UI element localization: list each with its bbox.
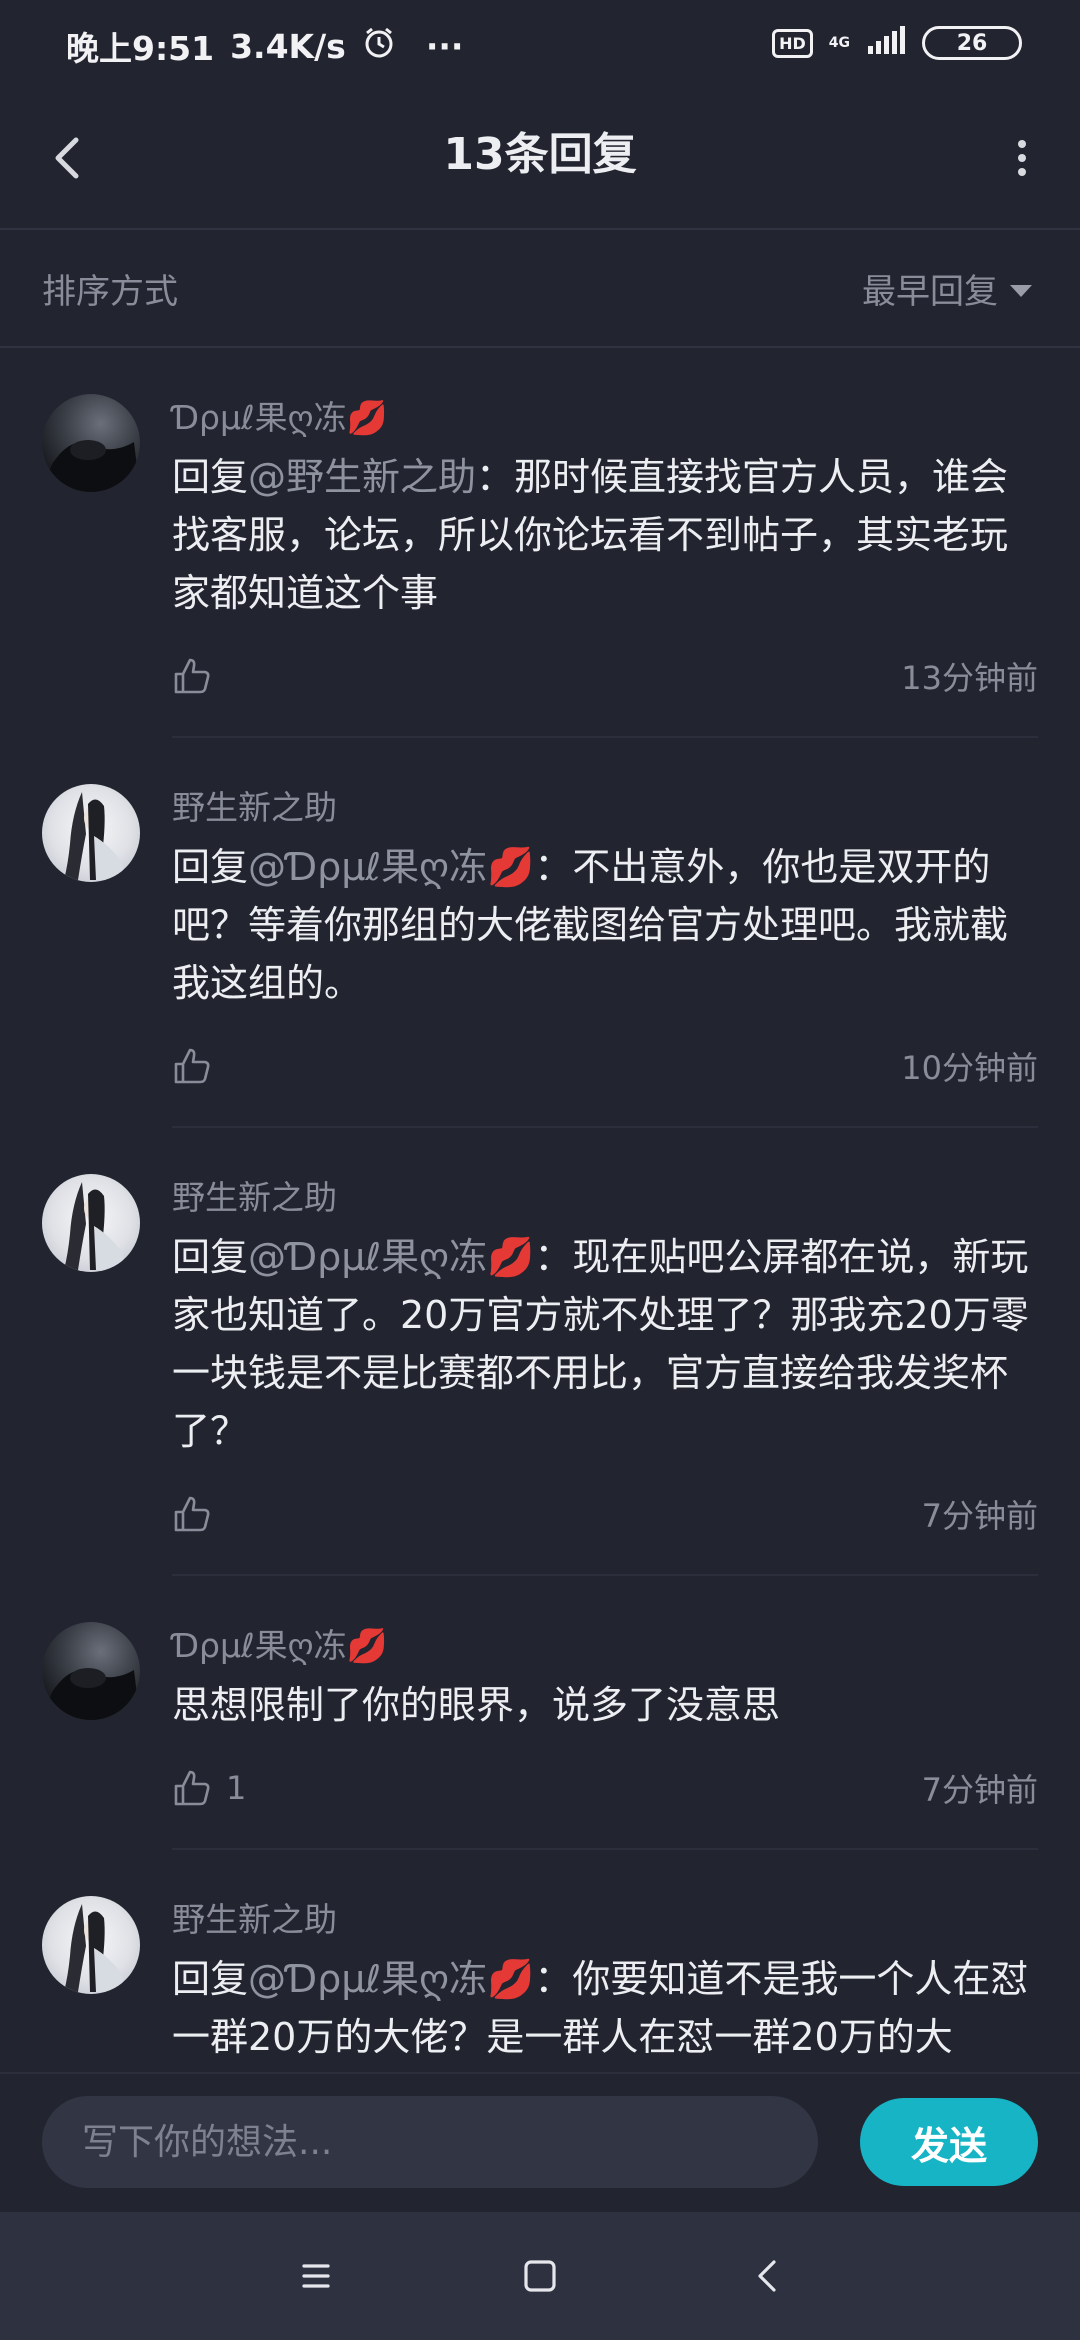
sort-dropdown[interactable]: 最早回复 <box>862 264 1032 313</box>
reply-text: 回复@Ɗρµℓ果ღ冻💋：现在贴吧公屏都在说，新玩家也知道了。20万官方就不处理了… <box>172 1228 1038 1460</box>
reply-time: 7分钟前 <box>921 1771 1038 1809</box>
reply-time: 7分钟前 <box>921 1497 1038 1535</box>
status-time: 晚上9:51 <box>66 29 215 68</box>
avatar[interactable] <box>42 1622 140 1720</box>
menu-button[interactable] <box>284 2244 348 2308</box>
sort-label: 排序方式 <box>42 272 178 312</box>
thumbs-up-icon <box>174 1048 210 1084</box>
like-button[interactable] <box>172 1046 226 1086</box>
avatar-figure-icon <box>64 1904 126 1992</box>
system-nav-bar <box>0 2212 1080 2340</box>
reply-mention[interactable]: @野生新之助 <box>248 455 476 499</box>
more-options-button[interactable] <box>992 128 1052 188</box>
thumbs-up-icon <box>174 1770 210 1806</box>
reply-text: 回复@Ɗρµℓ果ღ冻💋：你要知道不是我一个人在怼一群20万的大佬？是一群人在怼一… <box>172 1950 1038 2066</box>
reply-input-bar: 发送 <box>0 2072 1080 2214</box>
reply-mention[interactable]: @Ɗρµℓ果ღ冻💋 <box>248 1235 534 1279</box>
avatar-dark-icon <box>42 440 140 492</box>
page-title: 13条回复 <box>443 129 637 180</box>
like-button[interactable] <box>172 656 226 696</box>
avatar[interactable] <box>42 1896 140 1994</box>
like-button[interactable]: 1 <box>172 1768 246 1808</box>
thumbs-up-icon <box>174 658 210 694</box>
status-speed: 3.4K/s <box>230 26 346 66</box>
thumbs-up-icon <box>174 1496 210 1532</box>
reply-item: 野生新之助 回复@Ɗρµℓ果ღ冻💋：不出意外，你也是双开的吧？等着你那组的大佬截… <box>0 738 1080 1128</box>
network-label: 4G <box>828 35 850 51</box>
status-more: ··· <box>425 26 464 66</box>
reply-prefix: 回复 <box>172 1957 249 2001</box>
reply-item: 野生新之助 回复@Ɗρµℓ果ღ冻💋：你要知道不是我一个人在怼一群20万的大佬？是… <box>0 1850 1080 2066</box>
reply-mention[interactable]: @Ɗρµℓ果ღ冻💋 <box>248 845 534 889</box>
avatar-dark-icon <box>42 1668 140 1720</box>
home-button[interactable] <box>508 2244 572 2308</box>
like-button[interactable] <box>172 1494 226 1534</box>
reply-time: 13分钟前 <box>901 659 1038 697</box>
battery-level: 26 <box>956 30 988 56</box>
send-button[interactable]: 发送 <box>860 2098 1038 2186</box>
caret-down-icon <box>1010 284 1032 297</box>
reply-mention[interactable]: @Ɗρµℓ果ღ冻💋 <box>248 1957 534 2001</box>
like-count: 1 <box>226 1769 247 1807</box>
avatar[interactable] <box>42 394 140 492</box>
home-square-icon <box>524 2260 556 2292</box>
reply-prefix: 回复 <box>172 845 249 889</box>
reply-input[interactable] <box>42 2096 818 2188</box>
avatar[interactable] <box>42 1174 140 1272</box>
reply-username[interactable]: Ɗρµℓ果ღ冻💋 <box>172 396 1038 440</box>
reply-item: 野生新之助 回复@Ɗρµℓ果ღ冻💋：现在贴吧公屏都在说，新玩家也知道了。20万官… <box>0 1128 1080 1576</box>
reply-item: Ɗρµℓ果ღ冻💋 思想限制了你的眼界，说多了没意思 1 7分钟前 <box>0 1576 1080 1850</box>
avatar-figure-icon <box>64 1182 126 1270</box>
status-left: 晚上9:51 3.4K/s ··· <box>66 22 463 70</box>
nav-back-button[interactable] <box>736 2244 800 2308</box>
alarm-icon <box>362 25 396 67</box>
reply-content: 思想限制了你的眼界，说多了没意思 <box>172 1683 781 1727</box>
reply-item: Ɗρµℓ果ღ冻💋 回复@野生新之助：那时候直接找官方人员，谁会找客服，论坛，所以… <box>0 348 1080 738</box>
reply-time: 10分钟前 <box>901 1049 1038 1087</box>
reply-prefix: 回复 <box>172 455 249 499</box>
more-vertical-icon <box>1018 140 1026 176</box>
signal-icon <box>866 26 906 60</box>
reply-username[interactable]: Ɗρµℓ果ღ冻💋 <box>172 1624 1038 1668</box>
reply-text: 回复@Ɗρµℓ果ღ冻💋：不出意外，你也是双开的吧？等着你那组的大佬截图给官方处理… <box>172 838 1038 1012</box>
status-bar: 晚上9:51 3.4K/s ··· HD 4G 26 <box>0 0 1080 92</box>
reply-text: 思想限制了你的眼界，说多了没意思 <box>172 1676 1038 1734</box>
reply-username[interactable]: 野生新之助 <box>172 786 1038 830</box>
reply-username[interactable]: 野生新之助 <box>172 1898 1038 1942</box>
hd-icon: HD <box>772 28 813 58</box>
sort-value: 最早回复 <box>862 272 998 312</box>
reply-list[interactable]: Ɗρµℓ果ღ冻💋 回复@野生新之助：那时候直接找官方人员，谁会找客服，论坛，所以… <box>0 348 1080 2070</box>
reply-prefix: 回复 <box>172 1235 249 1279</box>
avatar-figure-icon <box>64 792 126 880</box>
battery-icon: 26 <box>922 26 1022 60</box>
nav-back-icon <box>758 2260 776 2292</box>
avatar[interactable] <box>42 784 140 882</box>
reply-username[interactable]: 野生新之助 <box>172 1176 1038 1220</box>
top-header: 13条回复 <box>0 92 1080 230</box>
status-right: HD 4G 26 <box>772 26 1022 60</box>
reply-text: 回复@野生新之助：那时候直接找官方人员，谁会找客服，论坛，所以你论坛看不到帖子，… <box>172 448 1038 622</box>
sort-row: 排序方式 最早回复 <box>0 230 1080 348</box>
menu-icon <box>302 2264 330 2288</box>
